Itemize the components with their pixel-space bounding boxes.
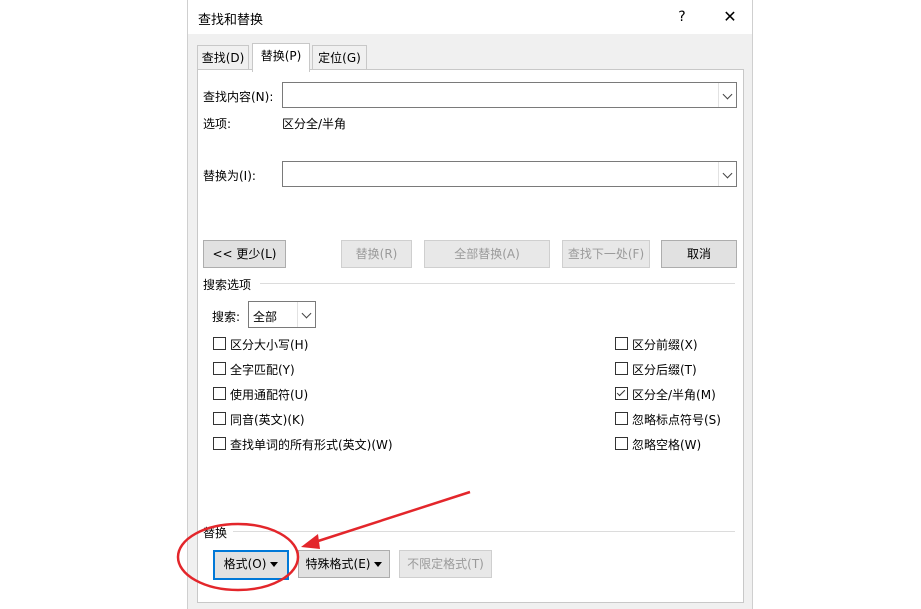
highlight-circle — [176, 522, 300, 592]
annotation-arrow — [311, 490, 471, 545]
tab-replace[interactable]: 替换(P) — [252, 43, 310, 72]
annotation-overlay — [176, 490, 471, 592]
arrowhead-icon — [301, 534, 320, 549]
